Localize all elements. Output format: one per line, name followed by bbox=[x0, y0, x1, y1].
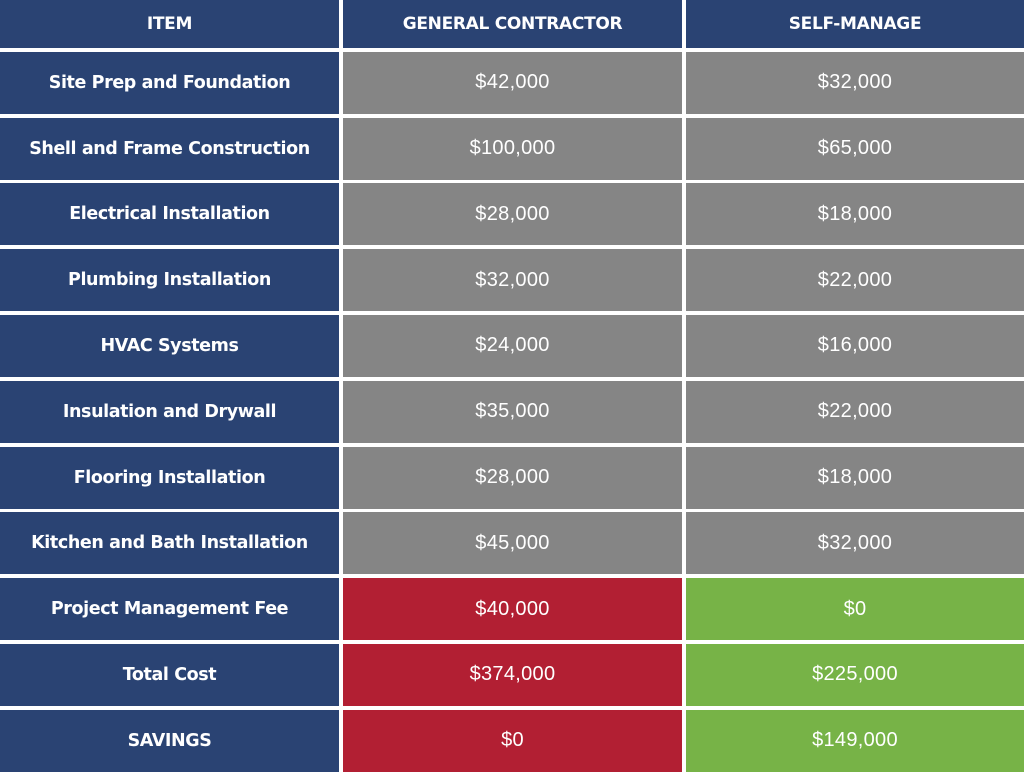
general-contractor-cost: $28,000 bbox=[343, 446, 682, 509]
row-item-label: Site Prep and Foundation bbox=[0, 51, 339, 114]
row-item-label: Flooring Installation bbox=[0, 446, 339, 509]
general-contractor-cost: $35,000 bbox=[343, 380, 682, 443]
row-item-label: Project Management Fee bbox=[0, 578, 339, 641]
header-item: ITEM bbox=[0, 0, 339, 48]
row-item-label: Shell and Frame Construction bbox=[0, 117, 339, 180]
row-item-label: Kitchen and Bath Installation bbox=[0, 512, 339, 575]
general-contractor-fee: $40,000 bbox=[343, 578, 682, 641]
self-manage-savings: $149,000 bbox=[686, 709, 1024, 772]
general-contractor-cost: $42,000 bbox=[343, 51, 682, 114]
header-self-manage: SELF-MANAGE bbox=[686, 0, 1024, 48]
self-manage-cost: $22,000 bbox=[686, 380, 1024, 443]
general-contractor-cost: $32,000 bbox=[343, 249, 682, 312]
self-manage-fee: $0 bbox=[686, 578, 1024, 641]
row-item-label: HVAC Systems bbox=[0, 314, 339, 377]
general-contractor-cost: $24,000 bbox=[343, 314, 682, 377]
self-manage-cost: $16,000 bbox=[686, 314, 1024, 377]
cost-comparison-table: ITEM GENERAL CONTRACTOR SELF-MANAGE Site… bbox=[0, 0, 1024, 772]
self-manage-cost: $65,000 bbox=[686, 117, 1024, 180]
row-item-label: Electrical Installation bbox=[0, 183, 339, 246]
total-cost-label: Total Cost bbox=[0, 643, 339, 706]
savings-label: SAVINGS bbox=[0, 709, 339, 772]
self-manage-total: $225,000 bbox=[686, 643, 1024, 706]
self-manage-cost: $32,000 bbox=[686, 51, 1024, 114]
row-item-label: Plumbing Installation bbox=[0, 249, 339, 312]
row-item-label: Insulation and Drywall bbox=[0, 380, 339, 443]
self-manage-cost: $18,000 bbox=[686, 446, 1024, 509]
header-general-contractor: GENERAL CONTRACTOR bbox=[343, 0, 682, 48]
general-contractor-cost: $28,000 bbox=[343, 183, 682, 246]
self-manage-cost: $32,000 bbox=[686, 512, 1024, 575]
self-manage-cost: $18,000 bbox=[686, 183, 1024, 246]
self-manage-cost: $22,000 bbox=[686, 249, 1024, 312]
general-contractor-total: $374,000 bbox=[343, 643, 682, 706]
general-contractor-savings: $0 bbox=[343, 709, 682, 772]
general-contractor-cost: $100,000 bbox=[343, 117, 682, 180]
general-contractor-cost: $45,000 bbox=[343, 512, 682, 575]
